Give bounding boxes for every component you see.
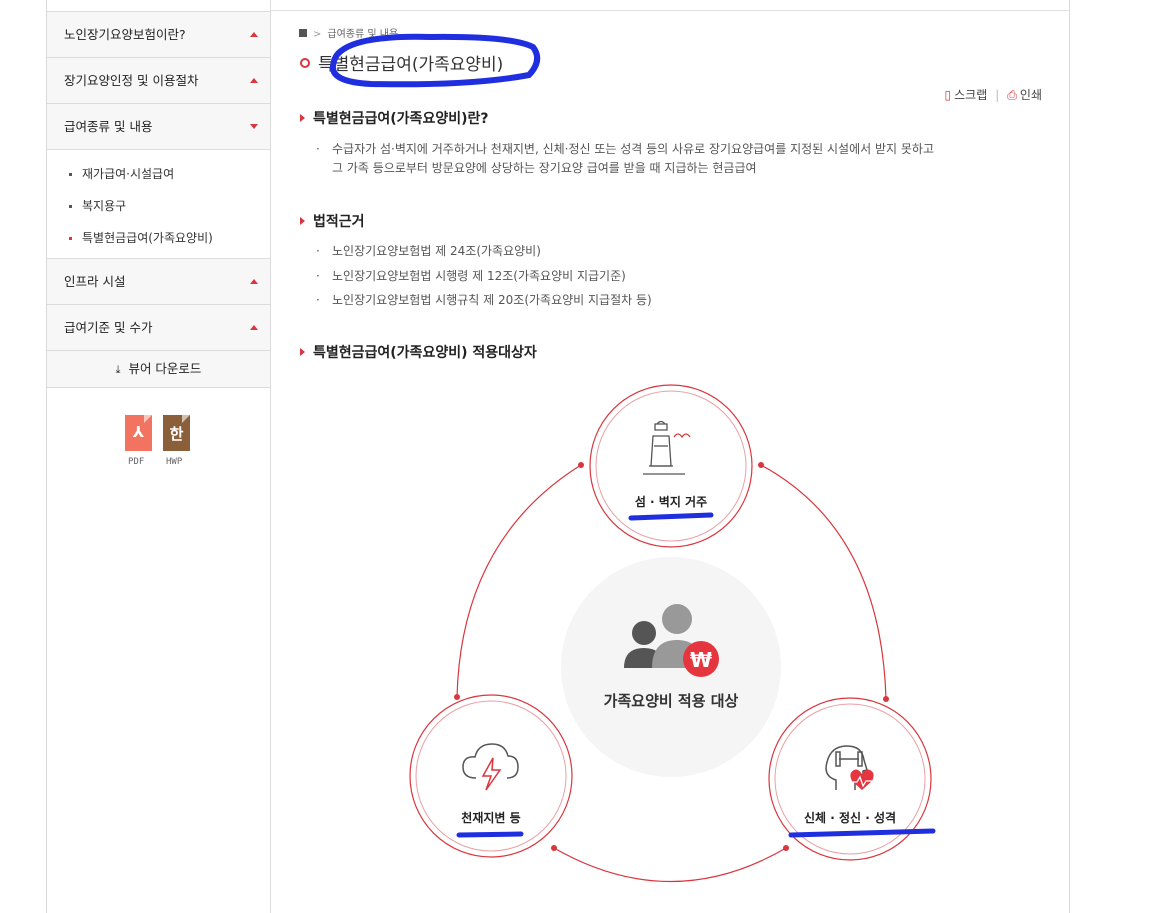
chevron-down-icon	[250, 124, 258, 129]
submenu-item-label: 복지용구	[82, 199, 127, 213]
submenu-item-welfare-equipment[interactable]: 복지용구	[47, 190, 270, 222]
chevron-up-icon	[250, 325, 258, 330]
connector-dot	[578, 462, 584, 468]
center-label: 가족요양비 적용 대상	[604, 692, 739, 710]
bullet-icon	[69, 237, 72, 240]
right-label: 신체 · 정신 · 성격	[804, 810, 896, 825]
hwp-file-icon[interactable]: 한	[163, 415, 190, 451]
viewer-files: ⅄ 한 PDF HWP	[123, 415, 193, 475]
hwp-label: HWP	[166, 457, 183, 467]
page-frame-right	[1069, 0, 1070, 913]
marker-underline-top	[628, 512, 714, 521]
sidebar-item-label: 인프라 시설	[64, 274, 126, 289]
download-icon: ⤓	[115, 363, 121, 376]
sidebar-item-label: 급여종류 및 내용	[64, 119, 153, 134]
viewer-download-label: 뷰어 다운로드	[128, 361, 202, 376]
pdf-glyph: ⅄	[132, 423, 145, 441]
top-label: 섬 · 벽지 거주	[635, 494, 707, 509]
connector-dot	[758, 462, 764, 468]
pdf-file-icon[interactable]: ⅄	[125, 415, 152, 451]
sidebar: 노인장기요양보험이란? 장기요양인정 및 이용절차 급여종류 및 내용 재가급여…	[47, 0, 271, 913]
connector-bottom	[553, 847, 787, 883]
sidebar-item-ltc-insurance[interactable]: 노인장기요양보험이란?	[47, 12, 270, 58]
sidebar-item-infrastructure[interactable]: 인프라 시설	[47, 259, 270, 305]
sidebar-item-benefit-fees[interactable]: 급여기준 및 수가	[47, 305, 270, 351]
sidebar-item-label: 장기요양인정 및 이용절차	[64, 73, 199, 88]
sidebar-item-benefit-types[interactable]: 급여종류 및 내용	[47, 104, 270, 150]
hwp-glyph: 한	[169, 425, 184, 443]
connector-dot	[454, 694, 460, 700]
submenu-item-label: 재가급여·시설급여	[82, 167, 175, 181]
eligibility-diagram: ₩ 가족요양비 적용 대상 섬 · 벽지 거주 천재지변 등 신체 · 정신 ·…	[329, 33, 936, 883]
chevron-up-icon	[250, 279, 258, 284]
submenu-item-label: 특별현금급여(가족요양비)	[82, 231, 213, 245]
submenu-item-special-cash[interactable]: 특별현금급여(가족요양비)	[47, 222, 270, 254]
pdf-label: PDF	[128, 457, 145, 467]
chevron-up-icon	[250, 78, 258, 83]
sidebar-item-approval-procedure[interactable]: 장기요양인정 및 이용절차	[47, 58, 270, 104]
sidebar-submenu: 재가급여·시설급여 복지용구 특별현금급여(가족요양비)	[47, 150, 270, 259]
file-fold	[144, 415, 152, 423]
submenu-item-home-facility[interactable]: 재가급여·시설급여	[47, 158, 270, 190]
connector-dot	[783, 845, 789, 851]
marker-circle-title	[329, 33, 541, 88]
sidebar-item-label: 급여기준 및 수가	[64, 320, 153, 335]
file-fold	[182, 415, 190, 423]
main-content: > 급여종류 및 내용 특별현금급여(가족요양비) ▯ 스크랩 | ⎙ 인쇄 특별현금급여…	[271, 0, 1069, 913]
chevron-up-icon	[250, 32, 258, 37]
connector-dot	[883, 696, 889, 702]
sidebar-item-label: 노인장기요양보험이란?	[64, 27, 186, 42]
connector-dot	[551, 845, 557, 851]
viewer-download-button[interactable]: ⤓ 뷰어 다운로드	[47, 351, 270, 388]
left-label: 천재지변 등	[461, 810, 520, 825]
sidebar-top-border	[47, 0, 270, 12]
won-symbol: ₩	[690, 648, 712, 672]
marker-underline-left	[456, 831, 524, 838]
bullet-icon	[69, 173, 72, 176]
bullet-icon	[69, 205, 72, 208]
